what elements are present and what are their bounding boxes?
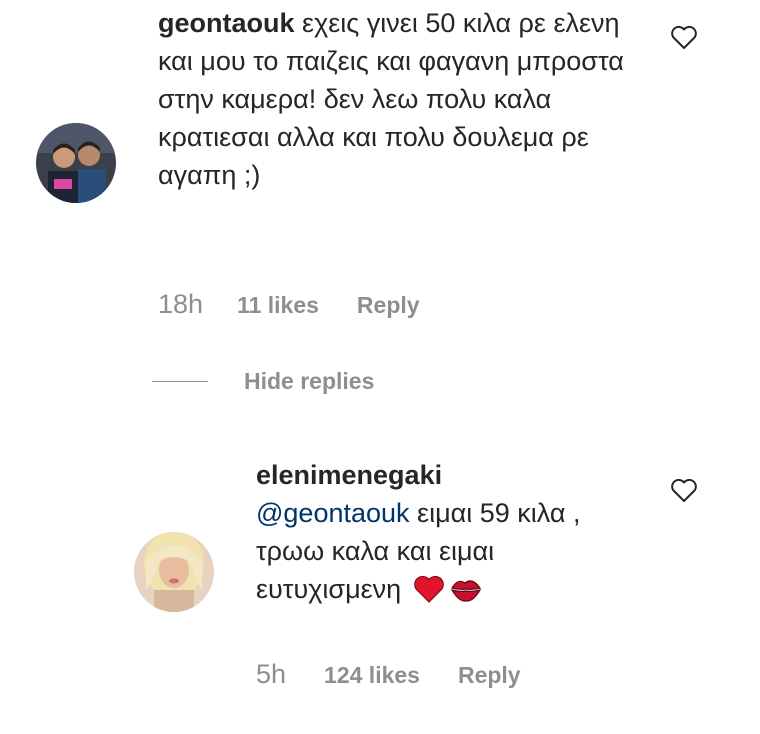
comment-username[interactable]: geontaouk xyxy=(158,8,295,38)
avatar-photo xyxy=(36,123,116,203)
hide-replies-button[interactable]: Hide replies xyxy=(152,368,374,395)
avatar-elenimenegaki[interactable] xyxy=(134,532,214,612)
reply-username[interactable]: elenimenegaki xyxy=(256,456,646,494)
avatar-geontaouk[interactable] xyxy=(36,123,116,203)
avatar-photo xyxy=(134,532,214,612)
reply-mention-link[interactable]: @geontaouk xyxy=(256,498,410,528)
kiss-mark-icon xyxy=(450,580,481,602)
like-heart-icon[interactable] xyxy=(670,24,698,50)
comment-meta: 18h 11 likes Reply xyxy=(158,289,420,320)
reply-meta: 5h 124 likes Reply xyxy=(256,659,521,690)
reply-like-heart-icon[interactable] xyxy=(670,477,698,503)
comment-likes[interactable]: 11 likes xyxy=(237,292,319,319)
comment-reply-button[interactable]: Reply xyxy=(357,292,420,319)
reply-time[interactable]: 5h xyxy=(256,659,286,690)
hide-replies-divider xyxy=(152,381,208,382)
reply-body: elenimenegaki @geontaouk ειμαι 59 κιλα ,… xyxy=(256,456,646,608)
reply-reply-button[interactable]: Reply xyxy=(458,662,521,689)
red-heart-icon xyxy=(413,575,444,603)
comment-time[interactable]: 18h xyxy=(158,289,203,320)
reply-likes[interactable]: 124 likes xyxy=(324,662,420,689)
hide-replies-label: Hide replies xyxy=(244,368,375,394)
comment-body: geontaouk εχεις γινει 50 κιλα ρε ελενη κ… xyxy=(158,4,638,194)
